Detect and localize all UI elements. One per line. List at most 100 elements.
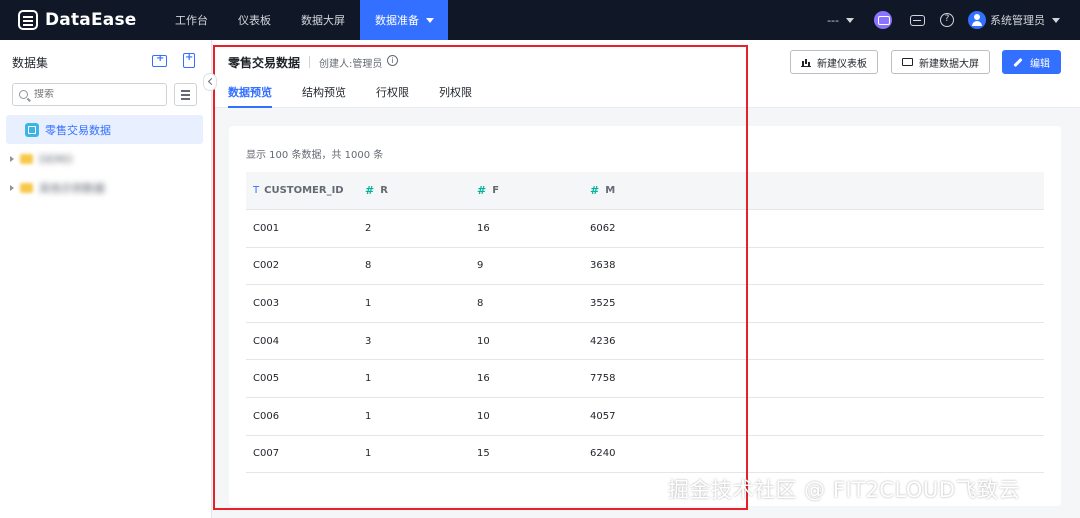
column-header[interactable]: # R <box>359 184 472 197</box>
data-preview-card: 显示 100 条数据，共 1000 条 T CUSTOMER_ID # R # … <box>229 126 1061 506</box>
dataset-tabs: 数据预览 结构预览 行权限 列权限 <box>228 78 502 108</box>
folder-icon <box>20 154 33 164</box>
workspace-switcher[interactable]: --- <box>827 14 854 27</box>
data-preview-table: T CUSTOMER_ID # R # F # M C001 2 16 6062… <box>246 172 1044 474</box>
edit-icon <box>1013 57 1023 67</box>
chevron-down-icon[interactable] <box>1052 17 1060 23</box>
nav-item-data-prep-label: 数据准备 <box>375 14 419 27</box>
table-cell: 9 <box>477 260 484 272</box>
column-header[interactable]: T CUSTOMER_ID <box>246 185 359 196</box>
help-icon[interactable]: ? <box>940 13 954 27</box>
table-row: C004 3 10 4236 <box>246 323 1044 361</box>
user-name[interactable]: 系统管理员 <box>990 12 1045 28</box>
chevron-down-icon <box>846 17 854 23</box>
table-cell: 16 <box>477 222 490 234</box>
table-cell: C005 <box>253 373 280 385</box>
new-dashboard-button[interactable]: 新建仪表板 <box>790 50 878 74</box>
table-cell: 8 <box>365 260 372 272</box>
new-dataset-icon[interactable] <box>183 52 195 68</box>
table-cell: 4057 <box>590 410 616 422</box>
table-cell: C002 <box>253 260 280 272</box>
table-cell: 3 <box>365 335 372 347</box>
column-name: M <box>605 185 616 196</box>
nav-item-data-screen[interactable]: 数据大屏 <box>286 0 360 40</box>
new-screen-button[interactable]: 新建数据大屏 <box>891 50 990 74</box>
app-logo[interactable]: DataEase <box>18 10 160 30</box>
table-cell: C007 <box>253 448 280 460</box>
new-dashboard-label: 新建仪表板 <box>817 58 867 70</box>
table-cell: 3525 <box>590 297 616 309</box>
table-row: C006 1 10 4057 <box>246 398 1044 436</box>
table-cell: 6240 <box>590 448 616 460</box>
table-cell: C006 <box>253 410 280 422</box>
row-count-summary: 显示 100 条数据，共 1000 条 <box>246 150 384 161</box>
info-icon[interactable]: i <box>387 55 398 66</box>
table-cell: C001 <box>253 222 280 234</box>
new-folder-icon[interactable] <box>152 53 167 67</box>
dataset-title: 零售交易数据 <box>228 56 301 70</box>
table-cell: 6062 <box>590 222 616 234</box>
folder-icon <box>20 183 33 193</box>
user-avatar-icon[interactable] <box>968 11 986 29</box>
table-cell: 10 <box>477 335 490 347</box>
ai-chat-icon[interactable] <box>874 11 892 29</box>
nav-item-dashboard[interactable]: 仪表板 <box>223 0 286 40</box>
table-cell: 10 <box>477 410 490 422</box>
edit-label: 编辑 <box>1030 58 1050 70</box>
tree-folder-demo[interactable]: DEMO <box>10 149 73 169</box>
table-cell: 1 <box>365 373 372 385</box>
number-type-icon: # <box>590 184 600 197</box>
tree-item-retail-data[interactable]: 零售交易数据 <box>6 115 203 144</box>
template-market-icon[interactable] <box>910 14 925 26</box>
tab-column-permission[interactable]: 列权限 <box>439 78 472 108</box>
tree-folder-other[interactable]: 其他示例数据 <box>10 178 105 198</box>
topbar-right: --- ? 系统管理员 <box>827 0 1060 40</box>
table-cell: 7758 <box>590 373 616 385</box>
dataset-search[interactable] <box>12 83 167 106</box>
chevron-right-icon[interactable] <box>10 185 14 191</box>
dataset-header: 零售交易数据 创建人:管理员 i 数据预览 结构预览 行权限 列权限 新建仪表板… <box>213 40 1080 108</box>
column-name: F <box>492 185 500 196</box>
table-row: C005 1 16 7758 <box>246 360 1044 398</box>
tab-row-permission[interactable]: 行权限 <box>376 78 409 108</box>
new-screen-label: 新建数据大屏 <box>919 58 979 70</box>
tab-data-preview[interactable]: 数据预览 <box>228 78 272 108</box>
dataset-sidebar: 数据集 零售交易数据 DEMO 其他示例数据 <box>0 40 212 518</box>
dataease-logo-icon <box>18 10 38 30</box>
sort-button[interactable] <box>174 83 197 106</box>
table-cell: C003 <box>253 297 280 309</box>
table-cell: C004 <box>253 335 280 347</box>
table-row: C007 1 15 6240 <box>246 436 1044 474</box>
sidebar-title: 数据集 <box>12 56 49 70</box>
screen-icon <box>902 58 913 66</box>
text-type-icon: T <box>253 185 260 196</box>
watermark-text: 掘金技术社区 @ FIT2CLOUD飞致云 <box>668 478 1020 502</box>
column-header[interactable]: # F <box>472 184 585 197</box>
sidebar-collapse-button[interactable] <box>203 73 217 91</box>
folder-label: 其他示例数据 <box>39 182 105 195</box>
dataset-creator: 创建人:管理员 <box>319 59 383 70</box>
number-type-icon: # <box>477 184 487 197</box>
app-name: DataEase <box>45 10 137 30</box>
table-cell: 8 <box>477 297 484 309</box>
table-cell: 16 <box>477 373 490 385</box>
chevron-right-icon[interactable] <box>10 156 14 162</box>
search-icon <box>19 90 28 99</box>
column-header[interactable]: # M <box>585 184 698 197</box>
table-header: T CUSTOMER_ID # R # F # M <box>246 172 1044 210</box>
nav-item-data-prep[interactable]: 数据准备 <box>360 0 448 40</box>
edit-button[interactable]: 编辑 <box>1002 50 1061 74</box>
table-cell: 4236 <box>590 335 616 347</box>
table-cell: 15 <box>477 448 490 460</box>
chevron-down-icon <box>426 17 434 23</box>
search-input[interactable] <box>34 89 154 100</box>
bar-chart-icon <box>801 58 811 67</box>
column-name: CUSTOMER_ID <box>264 185 344 196</box>
nav-item-workbench[interactable]: 工作台 <box>160 0 223 40</box>
tab-structure-preview[interactable]: 结构预览 <box>302 78 346 108</box>
workspace-label: --- <box>827 13 839 27</box>
column-name: R <box>380 185 388 196</box>
table-row: C001 2 16 6062 <box>246 210 1044 248</box>
tree-item-label: 零售交易数据 <box>45 123 111 137</box>
main-nav: 工作台 仪表板 数据大屏 数据准备 <box>160 0 448 40</box>
